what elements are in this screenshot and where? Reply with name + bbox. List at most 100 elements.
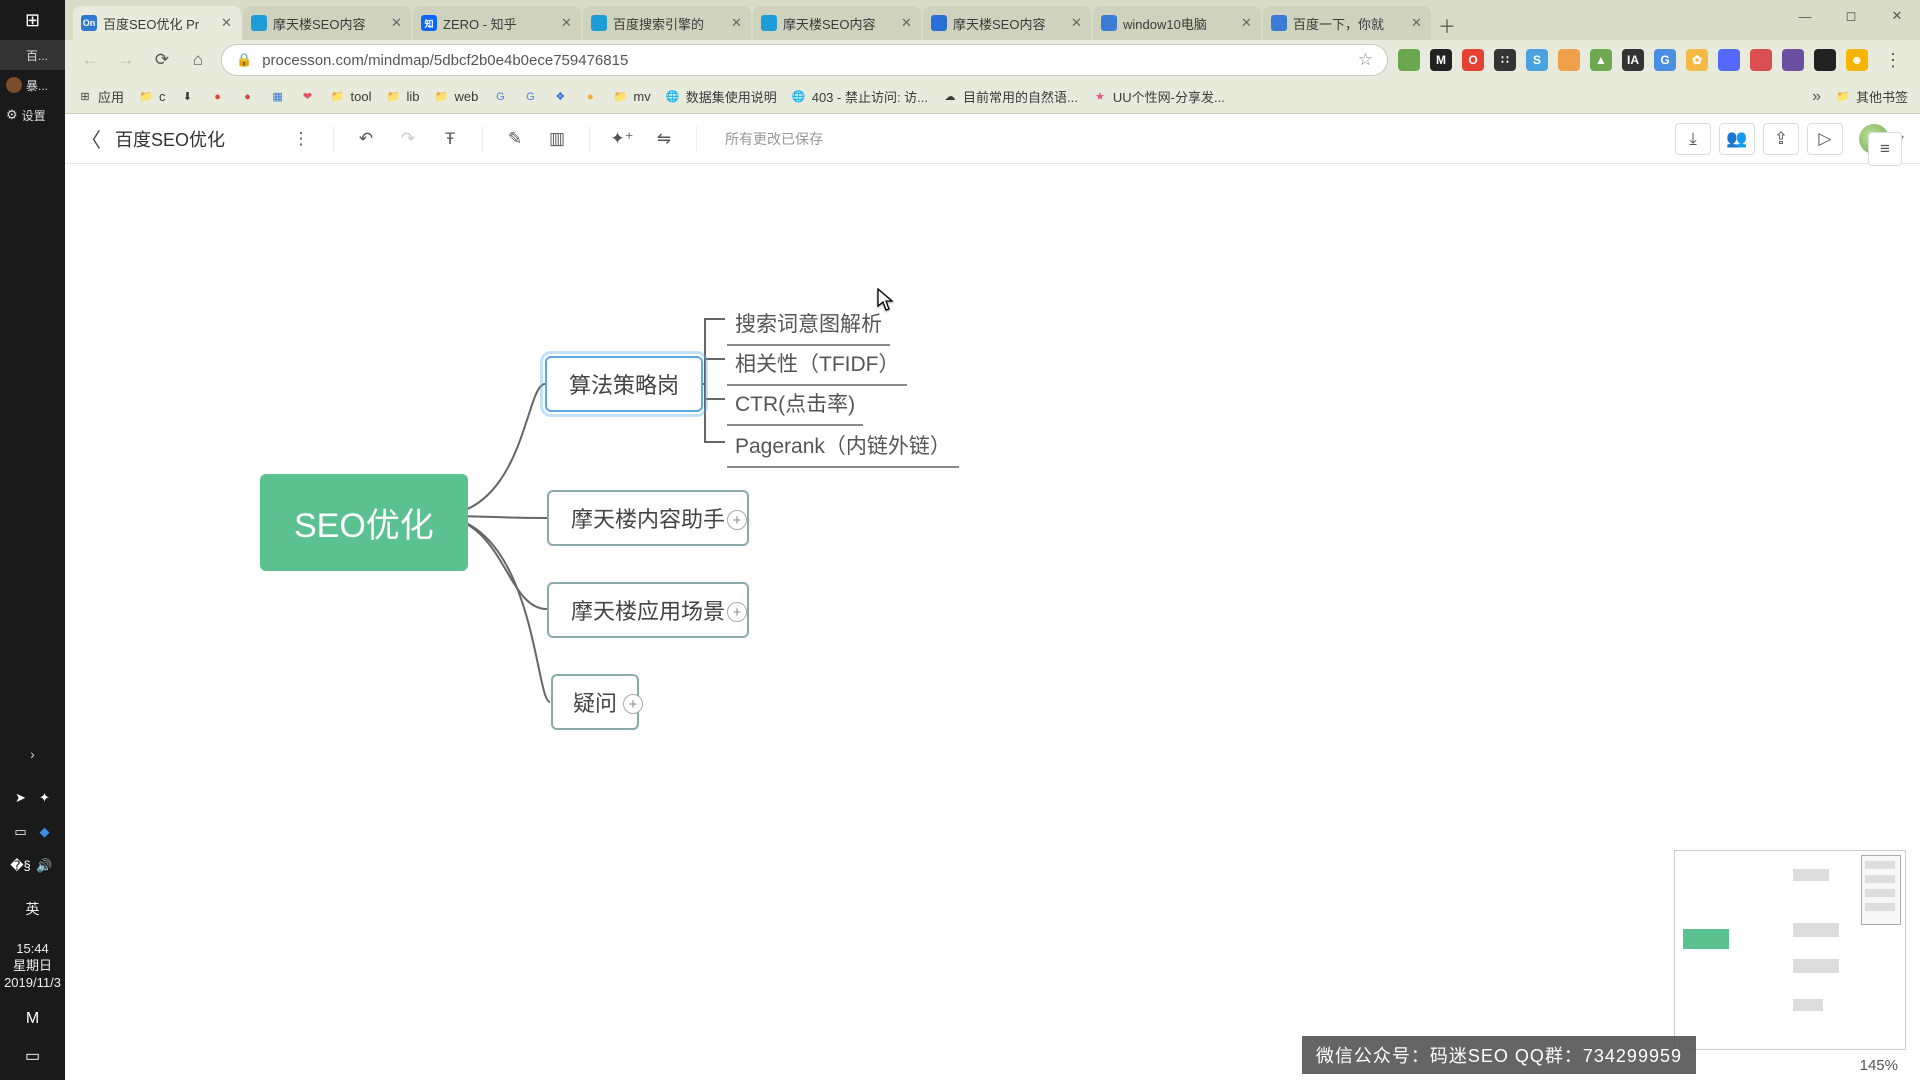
- taskbar-app-2[interactable]: 暴...: [0, 70, 65, 100]
- bookmark-item[interactable]: 🌐数据集使用说明: [665, 87, 777, 106]
- extension-icon[interactable]: G: [1654, 49, 1676, 71]
- battery-icon[interactable]: ▭: [12, 823, 30, 841]
- browser-tab[interactable]: 知ZERO - 知乎✕: [413, 6, 581, 40]
- browser-tab[interactable]: 百度搜索引擎的✕: [583, 6, 751, 40]
- mindmap-leaf[interactable]: 相关性（TFIDF）: [727, 344, 907, 386]
- bookmark-item[interactable]: ⬇: [180, 89, 196, 105]
- extension-icon[interactable]: [1782, 49, 1804, 71]
- extension-icon[interactable]: [1814, 49, 1836, 71]
- tab-close-icon[interactable]: ✕: [1241, 15, 1253, 31]
- tray-icon[interactable]: ✦: [36, 789, 54, 807]
- browser-tab[interactable]: 摩天楼SEO内容✕: [243, 6, 411, 40]
- layout-button[interactable]: ▥: [541, 123, 573, 155]
- bookmark-item[interactable]: 📁web: [434, 89, 479, 105]
- share-button[interactable]: ⇪: [1763, 123, 1799, 155]
- tab-close-icon[interactable]: ✕: [391, 15, 403, 31]
- zoom-level[interactable]: 145%: [1860, 1057, 1898, 1074]
- bookmark-item[interactable]: ★UU个性网-分享发...: [1092, 87, 1225, 106]
- mindmap-root-node[interactable]: SEO优化: [260, 474, 468, 571]
- wifi-icon[interactable]: �§: [12, 857, 30, 875]
- taskbar-app-chrome[interactable]: 百...: [0, 40, 65, 70]
- reload-button[interactable]: ⟳: [149, 47, 175, 73]
- download-button[interactable]: ⤓: [1675, 123, 1711, 155]
- expand-button[interactable]: +: [727, 510, 747, 530]
- expand-button[interactable]: +: [727, 602, 747, 622]
- browser-tab[interactable]: 摩天楼SEO内容✕: [753, 6, 921, 40]
- bookmark-item[interactable]: ❖: [552, 89, 568, 105]
- tab-close-icon[interactable]: ✕: [901, 15, 913, 31]
- bookmark-star-icon[interactable]: ☆: [1358, 50, 1373, 70]
- extension-icon[interactable]: ✿: [1686, 49, 1708, 71]
- document-title[interactable]: 百度SEO优化: [115, 126, 225, 152]
- ime-indicator[interactable]: 英: [26, 899, 40, 919]
- bookmark-item[interactable]: 📁c: [138, 89, 166, 105]
- canvas-settings-button[interactable]: ≡: [1868, 132, 1902, 166]
- address-bar[interactable]: 🔒 processon.com/mindmap/5dbcf2b0e4b0ece7…: [221, 44, 1388, 76]
- present-button[interactable]: ▷: [1807, 123, 1843, 155]
- redo-button[interactable]: ↷: [392, 123, 424, 155]
- bookmark-item[interactable]: 📁tool: [330, 89, 372, 105]
- mindmap-node-scene[interactable]: 摩天楼应用场景: [547, 582, 749, 638]
- bookmark-item[interactable]: ●: [210, 89, 226, 105]
- tray-icon[interactable]: ➤: [12, 789, 30, 807]
- collab-button[interactable]: 👥: [1719, 123, 1755, 155]
- extension-icon[interactable]: ∷: [1494, 49, 1516, 71]
- format-painter-button[interactable]: Ŧ: [434, 123, 466, 155]
- undo-button[interactable]: ↶: [350, 123, 382, 155]
- bookmark-item[interactable]: ⊞应用: [77, 87, 124, 106]
- tab-close-icon[interactable]: ✕: [731, 15, 743, 31]
- bookmark-item[interactable]: ☁目前常用的自然语...: [942, 87, 1078, 106]
- more-menu-button[interactable]: ⋮: [285, 123, 317, 155]
- other-bookmarks[interactable]: 📁其他书签: [1835, 87, 1908, 106]
- notification-icon[interactable]: ▭: [25, 1046, 40, 1066]
- bookmark-item[interactable]: 📁mv: [612, 89, 650, 105]
- minimize-button[interactable]: —: [1782, 0, 1828, 32]
- pen-tool-button[interactable]: ✎: [499, 123, 531, 155]
- tab-close-icon[interactable]: ✕: [1411, 15, 1423, 31]
- mindmap-leaf[interactable]: 搜索词意图解析: [727, 304, 890, 346]
- bookmark-item[interactable]: G: [492, 89, 508, 105]
- extension-icon[interactable]: IA: [1622, 49, 1644, 71]
- browser-tab[interactable]: window10电脑✕: [1093, 6, 1261, 40]
- extension-icon[interactable]: [1718, 49, 1740, 71]
- expand-button[interactable]: +: [623, 694, 643, 714]
- extension-icon[interactable]: [1398, 49, 1420, 71]
- taskbar-clock[interactable]: 15:44 星期日 2019/11/3: [4, 941, 61, 992]
- mindmap-leaf[interactable]: CTR(点击率): [727, 384, 863, 426]
- minimap[interactable]: [1674, 850, 1906, 1050]
- tab-close-icon[interactable]: ✕: [561, 15, 573, 31]
- extension-icon[interactable]: [1750, 49, 1772, 71]
- start-button[interactable]: ⊞: [0, 0, 65, 40]
- browser-tab[interactable]: 百度一下，你就✕: [1263, 6, 1431, 40]
- extension-icon[interactable]: O: [1462, 49, 1484, 71]
- mindmap-node-algorithm[interactable]: 算法策略岗: [545, 356, 703, 412]
- bookmark-item[interactable]: 🌐403 - 禁止访问: 访...: [791, 87, 928, 106]
- volume-icon[interactable]: 🔊: [36, 857, 54, 875]
- maximize-button[interactable]: ◻: [1828, 0, 1874, 32]
- close-window-button[interactable]: ✕: [1874, 0, 1920, 32]
- mindmap-node-content[interactable]: 摩天楼内容助手: [547, 490, 749, 546]
- tab-close-icon[interactable]: ✕: [221, 15, 233, 31]
- tab-close-icon[interactable]: ✕: [1071, 15, 1083, 31]
- mindmap-canvas[interactable]: SEO优化 算法策略岗 搜索词意图解析 相关性（TFIDF） CTR(点击率) …: [65, 164, 1920, 1080]
- bookmark-item[interactable]: ●: [582, 89, 598, 105]
- bookmark-item[interactable]: ▦: [270, 89, 286, 105]
- forward-button[interactable]: →: [113, 47, 139, 73]
- tray-icon[interactable]: ◆: [36, 823, 54, 841]
- tray-expand-icon[interactable]: ›: [22, 743, 44, 765]
- bookmarks-overflow[interactable]: »: [1812, 88, 1821, 106]
- magic-button[interactable]: ✦⁺: [606, 123, 638, 155]
- extension-icon[interactable]: ☻: [1846, 49, 1868, 71]
- browser-tab[interactable]: On百度SEO优化 Pr✕: [73, 6, 241, 40]
- bookmark-item[interactable]: ❤: [300, 89, 316, 105]
- link-button[interactable]: ⇋: [648, 123, 680, 155]
- taskbar-settings[interactable]: ⚙ 设置: [0, 100, 65, 130]
- extension-icon[interactable]: S: [1526, 49, 1548, 71]
- extension-icon[interactable]: ▲: [1590, 49, 1612, 71]
- bookmark-item[interactable]: ●: [240, 89, 256, 105]
- bookmark-item[interactable]: 📁lib: [385, 89, 419, 105]
- back-button[interactable]: ←: [77, 47, 103, 73]
- new-tab-button[interactable]: ＋: [1433, 12, 1461, 40]
- extension-icon[interactable]: [1558, 49, 1580, 71]
- bookmark-item[interactable]: G: [522, 89, 538, 105]
